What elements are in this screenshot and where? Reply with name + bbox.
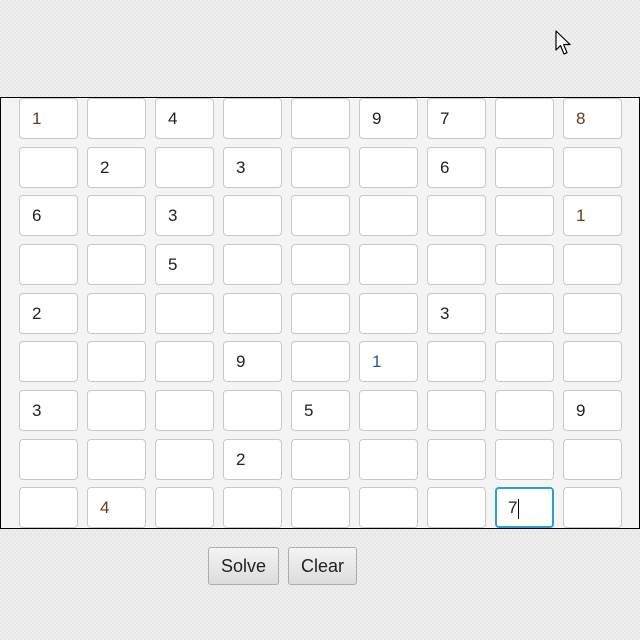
sudoku-cell-r3-c4[interactable] — [223, 195, 282, 236]
sudoku-cell-r6-c5[interactable] — [291, 341, 350, 382]
sudoku-cell-r6-c7[interactable] — [427, 341, 486, 382]
sudoku-cell-r5-c1[interactable]: 2 — [19, 293, 78, 334]
sudoku-cell-r4-c8[interactable] — [495, 244, 554, 285]
sudoku-cell-r9-c6[interactable] — [359, 487, 418, 528]
solve-button[interactable]: Solve — [208, 547, 279, 585]
sudoku-cell-r4-c6[interactable] — [359, 244, 418, 285]
sudoku-cell-r4-c9[interactable] — [563, 244, 622, 285]
sudoku-cell-r5-c5[interactable] — [291, 293, 350, 334]
sudoku-cell-r1-c2[interactable] — [87, 98, 146, 139]
sudoku-cell-r5-c4[interactable] — [223, 293, 282, 334]
sudoku-cell-r8-c3[interactable] — [155, 439, 214, 480]
sudoku-cell-r7-c7[interactable] — [427, 390, 486, 431]
text-caret — [518, 498, 520, 519]
sudoku-cell-r3-c8[interactable] — [495, 195, 554, 236]
sudoku-cell-r8-c9[interactable] — [563, 439, 622, 480]
sudoku-cell-r1-c8[interactable] — [495, 98, 554, 139]
sudoku-cell-r1-c6[interactable]: 9 — [359, 98, 418, 139]
sudoku-cell-r9-c5[interactable] — [291, 487, 350, 528]
sudoku-cell-r6-c6[interactable]: 1 — [359, 341, 418, 382]
sudoku-cell-r8-c5[interactable] — [291, 439, 350, 480]
sudoku-cell-r5-c9[interactable] — [563, 293, 622, 334]
sudoku-cell-r7-c9[interactable]: 9 — [563, 390, 622, 431]
sudoku-cell-r1-c3[interactable]: 4 — [155, 98, 214, 139]
sudoku-cell-r3-c7[interactable] — [427, 195, 486, 236]
sudoku-cell-r4-c5[interactable] — [291, 244, 350, 285]
sudoku-cell-r1-c4[interactable] — [223, 98, 282, 139]
sudoku-cell-r2-c5[interactable] — [291, 147, 350, 188]
sudoku-cell-r6-c2[interactable] — [87, 341, 146, 382]
sudoku-cell-r2-c8[interactable] — [495, 147, 554, 188]
sudoku-cell-r1-c7[interactable]: 7 — [427, 98, 486, 139]
sudoku-cell-r6-c3[interactable] — [155, 341, 214, 382]
sudoku-cell-r7-c6[interactable] — [359, 390, 418, 431]
sudoku-cell-r8-c1[interactable] — [19, 439, 78, 480]
sudoku-cell-r7-c3[interactable] — [155, 390, 214, 431]
sudoku-cell-r9-c1[interactable] — [19, 487, 78, 528]
sudoku-cell-r8-c4[interactable]: 2 — [223, 439, 282, 480]
sudoku-cell-r4-c7[interactable] — [427, 244, 486, 285]
sudoku-cell-r1-c1[interactable]: 1 — [19, 98, 78, 139]
sudoku-cell-r3-c1[interactable]: 6 — [19, 195, 78, 236]
sudoku-cell-r1-c9[interactable]: 8 — [563, 98, 622, 139]
sudoku-cell-r1-c5[interactable] — [291, 98, 350, 139]
sudoku-cell-r4-c2[interactable] — [87, 244, 146, 285]
sudoku-board: 1497823663152391359247 — [0, 97, 640, 529]
sudoku-cell-r9-c4[interactable] — [223, 487, 282, 528]
sudoku-cell-r9-c7[interactable] — [427, 487, 486, 528]
sudoku-cell-r2-c7[interactable]: 6 — [427, 147, 486, 188]
sudoku-cell-r2-c1[interactable] — [19, 147, 78, 188]
sudoku-cell-r7-c5[interactable]: 5 — [291, 390, 350, 431]
sudoku-cell-r8-c2[interactable] — [87, 439, 146, 480]
sudoku-cell-r3-c3[interactable]: 3 — [155, 195, 214, 236]
clear-button[interactable]: Clear — [288, 547, 357, 585]
sudoku-cell-r5-c8[interactable] — [495, 293, 554, 334]
sudoku-cell-r7-c1[interactable]: 3 — [19, 390, 78, 431]
sudoku-cell-r6-c8[interactable] — [495, 341, 554, 382]
sudoku-cell-r7-c2[interactable] — [87, 390, 146, 431]
sudoku-cell-r8-c6[interactable] — [359, 439, 418, 480]
sudoku-cell-r5-c2[interactable] — [87, 293, 146, 334]
sudoku-cell-r9-c3[interactable] — [155, 487, 214, 528]
sudoku-cell-r5-c3[interactable] — [155, 293, 214, 334]
sudoku-cell-r6-c1[interactable] — [19, 341, 78, 382]
sudoku-cell-r2-c9[interactable] — [563, 147, 622, 188]
sudoku-cell-r9-c2[interactable]: 4 — [87, 487, 146, 528]
sudoku-cell-r8-c8[interactable] — [495, 439, 554, 480]
sudoku-cell-r3-c6[interactable] — [359, 195, 418, 236]
sudoku-cell-r8-c7[interactable] — [427, 439, 486, 480]
sudoku-cell-r3-c2[interactable] — [87, 195, 146, 236]
sudoku-cell-r5-c7[interactable]: 3 — [427, 293, 486, 334]
sudoku-cell-r2-c4[interactable]: 3 — [223, 147, 282, 188]
sudoku-cell-r4-c3[interactable]: 5 — [155, 244, 214, 285]
sudoku-cell-r2-c6[interactable] — [359, 147, 418, 188]
sudoku-cell-r5-c6[interactable] — [359, 293, 418, 334]
sudoku-cell-r9-c9[interactable] — [563, 487, 622, 528]
sudoku-cell-r3-c5[interactable] — [291, 195, 350, 236]
sudoku-cell-r7-c4[interactable] — [223, 390, 282, 431]
sudoku-cell-r7-c8[interactable] — [495, 390, 554, 431]
sudoku-cell-r6-c9[interactable] — [563, 341, 622, 382]
sudoku-cell-r2-c3[interactable] — [155, 147, 214, 188]
sudoku-cell-r2-c2[interactable]: 2 — [87, 147, 146, 188]
sudoku-cell-r6-c4[interactable]: 9 — [223, 341, 282, 382]
sudoku-cell-r9-c8[interactable]: 7 — [495, 487, 554, 528]
sudoku-cell-r3-c9[interactable]: 1 — [563, 195, 622, 236]
sudoku-cell-r4-c1[interactable] — [19, 244, 78, 285]
sudoku-cell-r4-c4[interactable] — [223, 244, 282, 285]
mouse-pointer-icon — [555, 30, 571, 55]
